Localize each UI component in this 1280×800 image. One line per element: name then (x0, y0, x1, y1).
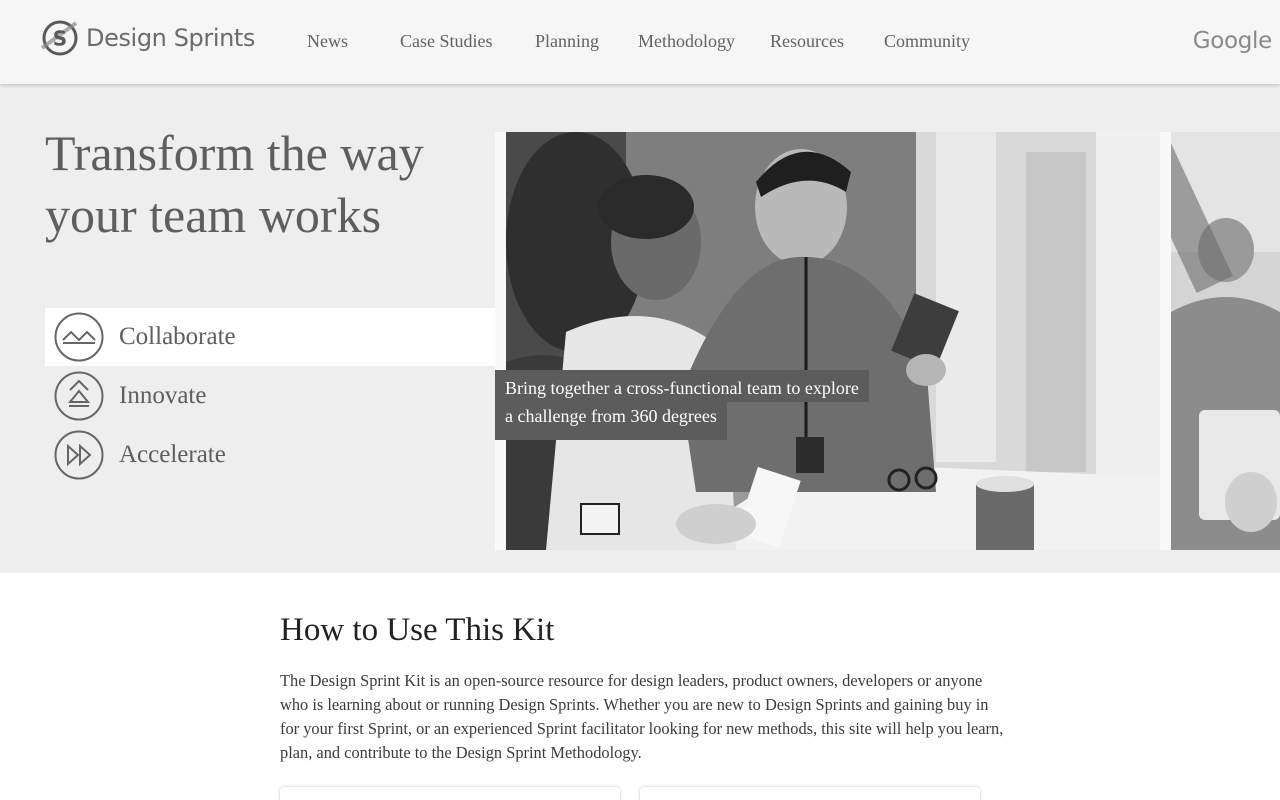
site-logo[interactable]: S Design Sprints (40, 18, 255, 58)
nav-planning[interactable]: Planning (535, 31, 599, 52)
logo-text: Design Sprints (86, 24, 256, 52)
tab-collaborate-label: Collaborate (119, 323, 236, 350)
hero-section: Transform the way your team works Collab… (0, 84, 1280, 573)
tab-accelerate-label: Accelerate (119, 441, 226, 468)
hero-caption: Bring together a cross-functional team t… (495, 370, 869, 440)
content-card[interactable] (640, 787, 980, 800)
nav-community[interactable]: Community (884, 31, 970, 52)
google-logo[interactable]: Google (1193, 28, 1273, 54)
hero-title: Transform the way your team works (45, 125, 424, 243)
caption-line-1: Bring together a cross-functional team t… (495, 370, 869, 402)
team-collaboration-photo (506, 132, 1160, 550)
svg-text:S: S (53, 27, 67, 51)
tab-innovate[interactable]: Innovate (45, 367, 495, 425)
tab-collaborate[interactable]: Collaborate (45, 308, 495, 366)
kit-section-body: The Design Sprint Kit is an open-source … (280, 671, 1004, 762)
fast-forward-icon (54, 430, 104, 480)
mountains-icon (54, 312, 104, 362)
next-slide-photo (1171, 132, 1280, 550)
tab-innovate-label: Innovate (119, 382, 207, 409)
design-sprints-logo-icon: S (40, 20, 78, 56)
site-header: S Design Sprints News Case Studies Plann… (0, 0, 1280, 84)
kit-section-title: How to Use This Kit (280, 612, 555, 648)
caption-line-2: a challenge from 360 degrees (495, 402, 727, 440)
nav-case-studies[interactable]: Case Studies (400, 31, 493, 52)
nav-methodology[interactable]: Methodology (638, 31, 735, 52)
content-card[interactable] (280, 787, 620, 800)
tab-accelerate[interactable]: Accelerate (45, 426, 495, 484)
chevrons-up-icon (54, 371, 104, 421)
nav-news[interactable]: News (307, 31, 348, 52)
nav-resources[interactable]: Resources (770, 31, 844, 52)
